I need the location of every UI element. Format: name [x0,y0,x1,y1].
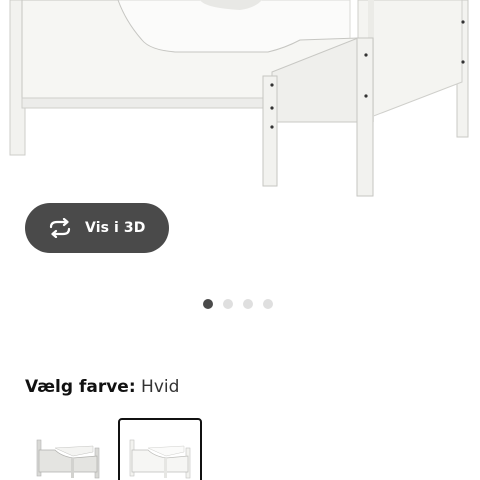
product-page: Vis i 3D Vælg farve: Hvid [0,0,480,480]
view-3d-button[interactable]: Vis i 3D [25,203,169,253]
color-value: Hvid [141,377,180,397]
rotate-3d-icon [49,218,71,238]
bed-thumbnail-icon [36,439,100,479]
carousel-indicator [203,299,273,309]
screw [364,53,368,57]
carousel-dot-1[interactable] [203,299,213,309]
color-selector-heading: Vælg farve: Hvid [25,377,179,397]
bed-leg-front [356,37,374,197]
color-swatch-gray-white[interactable] [25,418,109,480]
screw [270,106,274,110]
screw [270,83,274,87]
screw [364,94,368,98]
product-image[interactable] [0,0,480,200]
carousel-dot-3[interactable] [243,299,253,309]
screw [270,125,274,129]
bed-leg-middle [262,75,278,187]
screw [461,60,465,64]
bed-thumbnail-icon [129,439,191,479]
bed-lower-rail [21,97,273,109]
screw [461,20,465,24]
carousel-dot-2[interactable] [223,299,233,309]
carousel-dot-4[interactable] [263,299,273,309]
color-swatch-white[interactable] [118,418,202,480]
color-label: Vælg farve: [25,377,136,397]
view-3d-label: Vis i 3D [85,220,146,236]
